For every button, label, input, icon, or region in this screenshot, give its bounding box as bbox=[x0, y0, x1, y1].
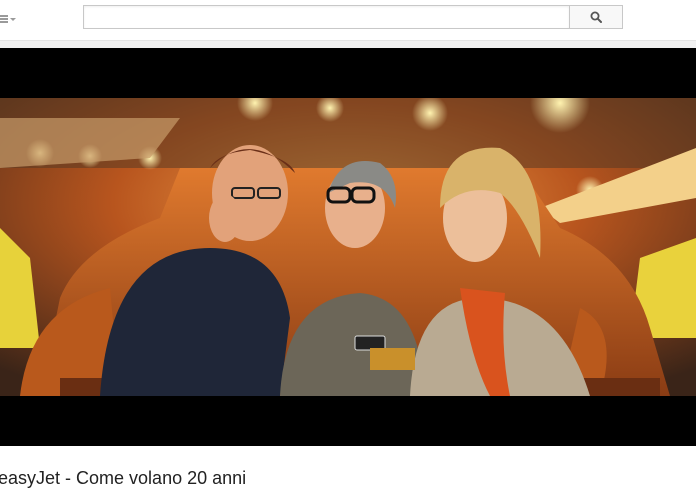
search-icon bbox=[590, 11, 602, 23]
masthead bbox=[0, 0, 696, 41]
video-player[interactable] bbox=[0, 48, 696, 446]
search-form bbox=[83, 5, 623, 29]
video-title: easyJet - Come volano 20 anni bbox=[0, 468, 247, 488]
video-info: easyJet - Come volano 20 anni bbox=[0, 446, 696, 499]
hamburger-menu-icon bbox=[0, 15, 8, 23]
gold-bracelets bbox=[370, 348, 415, 370]
search-button[interactable] bbox=[569, 5, 623, 29]
guide-menu-button[interactable] bbox=[0, 12, 20, 26]
chevron-down-icon bbox=[10, 17, 16, 21]
video-frame[interactable] bbox=[0, 98, 696, 396]
search-input[interactable] bbox=[83, 5, 569, 29]
